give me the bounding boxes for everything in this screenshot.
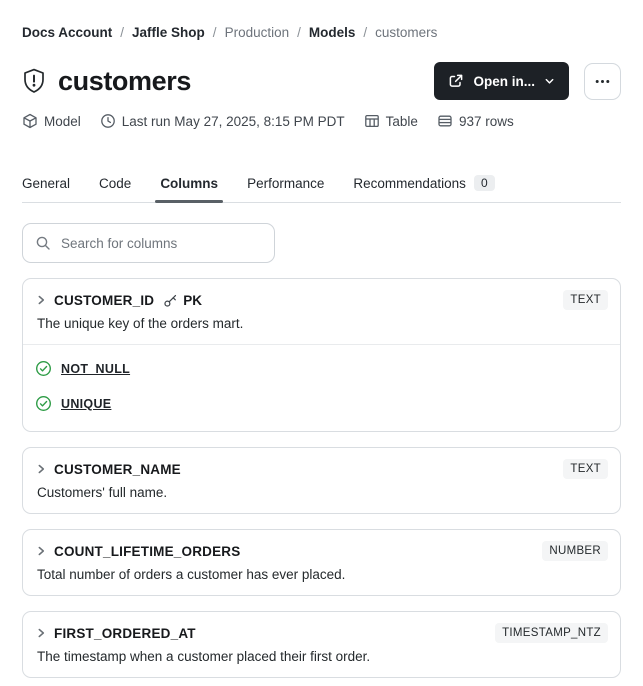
- column-name: CUSTOMER_ID: [54, 292, 155, 308]
- chevron-right-icon[interactable]: [35, 545, 47, 557]
- ellipsis-icon: [595, 79, 610, 83]
- column-card: CUSTOMER_ID PK TEXT The unique key of th…: [22, 278, 621, 432]
- rows-icon: [438, 115, 452, 127]
- header-actions: Open in...: [434, 62, 621, 100]
- column-type-badge: TEXT: [563, 290, 608, 310]
- external-link-icon: [450, 74, 463, 87]
- column-header[interactable]: FIRST_ORDERED_AT TIMESTAMP_NTZ: [23, 612, 620, 643]
- more-button[interactable]: [584, 62, 621, 100]
- chevron-right-icon[interactable]: [35, 294, 47, 306]
- column-description: Total number of orders a customer has ev…: [37, 567, 346, 582]
- shield-alert-icon: [24, 68, 44, 93]
- recommendations-count-badge: 0: [473, 175, 495, 191]
- breadcrumb-customers: customers: [375, 25, 438, 40]
- column-type-badge: TEXT: [563, 459, 608, 479]
- tab-general-label: General: [22, 175, 71, 191]
- tab-performance[interactable]: Performance: [247, 176, 324, 202]
- column-name: COUNT_LIFETIME_ORDERS: [54, 543, 241, 559]
- meta-model-label: Model: [44, 113, 81, 129]
- column-tests: NOT_NULL UNIQUE: [23, 344, 620, 431]
- tab-recommendations-label: Recommendations: [353, 175, 466, 191]
- breadcrumb-jaffle-shop[interactable]: Jaffle Shop: [132, 25, 205, 41]
- column-description: The unique key of the orders mart.: [37, 316, 244, 331]
- breadcrumb-separator: /: [120, 25, 125, 40]
- column-card: FIRST_ORDERED_AT TIMESTAMP_NTZ The times…: [22, 611, 621, 678]
- tab-columns-label: Columns: [160, 175, 219, 191]
- tab-performance-label: Performance: [247, 175, 325, 191]
- chevron-right-icon[interactable]: [35, 463, 47, 475]
- page-title: customers: [58, 65, 191, 96]
- test-link[interactable]: NOT_NULL: [61, 362, 130, 376]
- test-row: NOT_NULL: [35, 351, 608, 386]
- meta-row-count-label: 937 rows: [458, 113, 514, 129]
- page-header: customers Open in...: [22, 62, 621, 100]
- column-card: CUSTOMER_NAME TEXT Customers' full name.: [22, 447, 621, 514]
- primary-key-tag: PK: [163, 293, 202, 308]
- column-header[interactable]: CUSTOMER_NAME TEXT: [23, 448, 620, 479]
- column-description: The timestamp when a customer placed the…: [37, 649, 371, 664]
- breadcrumb-separator: /: [212, 25, 217, 40]
- column-list: CUSTOMER_ID PK TEXT The unique key of th…: [22, 278, 621, 686]
- meta-last-run-label: Last run May 27, 2025, 8:15 PM PDT: [121, 113, 345, 129]
- column-description: Customers' full name.: [37, 485, 168, 500]
- column-header[interactable]: COUNT_LIFETIME_ORDERS NUMBER: [23, 530, 620, 561]
- meta-materialization: Table: [364, 113, 418, 129]
- breadcrumb-models[interactable]: Models: [309, 25, 356, 41]
- breadcrumb: Docs Account / Jaffle Shop / Production …: [22, 25, 621, 41]
- meta-row: Model Last run May 27, 2025, 8:15 PM PDT…: [22, 113, 621, 129]
- meta-row-count: 937 rows: [437, 113, 514, 129]
- open-in-button[interactable]: Open in...: [434, 62, 569, 100]
- column-type-badge: NUMBER: [542, 541, 608, 561]
- title-wrap: customers: [22, 66, 191, 97]
- chevron-right-icon[interactable]: [35, 627, 47, 639]
- breadcrumb-separator: /: [363, 25, 368, 40]
- tab-columns[interactable]: Columns: [155, 175, 223, 203]
- open-in-label: Open in...: [473, 73, 535, 89]
- tab-recommendations[interactable]: Recommendations 0: [353, 175, 495, 202]
- meta-model: Model: [22, 113, 81, 129]
- check-circle-icon: [36, 361, 51, 376]
- breadcrumb-production[interactable]: Production: [225, 25, 290, 41]
- table-icon: [364, 114, 379, 128]
- cube-icon: [23, 113, 37, 129]
- model-detail-page: Docs Account / Jaffle Shop / Production …: [0, 0, 643, 686]
- test-link[interactable]: UNIQUE: [61, 397, 111, 411]
- tab-code[interactable]: Code: [99, 176, 131, 202]
- test-row: UNIQUE: [35, 386, 608, 421]
- pk-label: PK: [183, 292, 202, 308]
- column-header[interactable]: CUSTOMER_ID PK TEXT: [23, 279, 620, 310]
- clock-icon: [100, 114, 115, 128]
- breadcrumb-docs-account[interactable]: Docs Account: [22, 25, 112, 41]
- column-name: CUSTOMER_NAME: [54, 461, 181, 477]
- meta-materialization-label: Table: [385, 113, 418, 129]
- search-icon: [36, 236, 50, 250]
- tab-bar: General Code Columns Performance Recomme…: [22, 175, 621, 203]
- key-icon: [164, 294, 177, 307]
- breadcrumb-separator: /: [297, 25, 301, 40]
- search-input[interactable]: [61, 235, 262, 251]
- tab-general[interactable]: General: [22, 176, 70, 202]
- meta-last-run: Last run May 27, 2025, 8:15 PM PDT: [100, 113, 345, 129]
- search-box: [22, 223, 275, 263]
- column-card: COUNT_LIFETIME_ORDERS NUMBER Total numbe…: [22, 529, 621, 596]
- chevron-down-icon: [545, 78, 554, 84]
- tab-code-label: Code: [99, 175, 132, 191]
- column-type-badge: TIMESTAMP_NTZ: [495, 623, 608, 643]
- check-circle-icon: [36, 396, 51, 411]
- column-name: FIRST_ORDERED_AT: [54, 625, 196, 641]
